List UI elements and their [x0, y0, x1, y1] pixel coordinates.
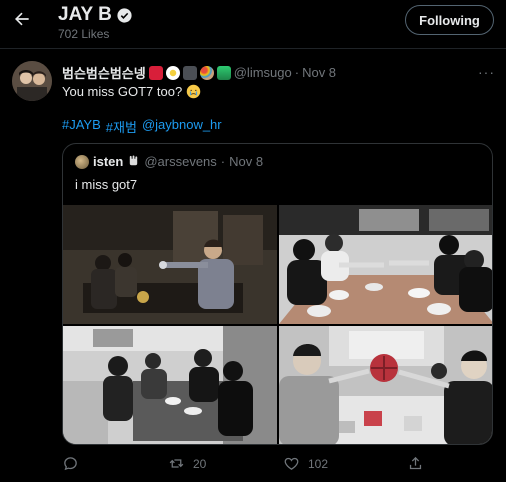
like-count: 102	[308, 456, 329, 471]
share-icon	[409, 456, 422, 470]
quoted-separator: ·	[220, 154, 226, 169]
retweet-count: 20	[193, 456, 207, 471]
meta-separator: ·	[294, 65, 300, 80]
hashtag-jaebeom[interactable]: #재범	[106, 117, 137, 136]
back-arrow-icon[interactable]	[12, 9, 32, 29]
camera-emoji-icon	[182, 65, 197, 80]
hashtag-jayb[interactable]: #JAYB	[62, 117, 101, 136]
profile-title: JAY B	[58, 4, 133, 26]
reply-icon	[64, 457, 77, 471]
quoted-handle: @arssevens	[144, 154, 217, 169]
quoted-date: Nov 8	[229, 154, 264, 169]
following-button[interactable]: Following	[405, 5, 494, 35]
palette-emoji-icon	[199, 65, 214, 80]
hand-emoji-icon	[130, 155, 138, 166]
likes-count: 702 Likes	[58, 27, 110, 41]
photo-grid	[63, 205, 492, 444]
quoted-text: i miss got7	[75, 177, 138, 192]
photo-3[interactable]	[63, 326, 277, 444]
tweet-date[interactable]: Nov 8	[302, 65, 336, 80]
more-options-icon[interactable]: ···	[478, 64, 495, 80]
ribbon-emoji-icon	[148, 65, 163, 80]
heart-icon	[284, 457, 299, 470]
tweet-text: You miss GOT7 too?	[62, 84, 201, 99]
verified-badge-icon	[117, 7, 132, 23]
share-action[interactable]	[407, 455, 424, 472]
hashtag-list: #JAYB #재범 @jaybnow_hr	[62, 117, 222, 136]
profile-name: JAY B	[58, 4, 112, 25]
photo-1[interactable]	[63, 205, 277, 324]
retweet-action[interactable]: 20	[168, 455, 206, 472]
quoted-author-line: isten @arssevens · Nov 8	[75, 154, 263, 169]
author-handle[interactable]: @limsugo	[234, 65, 292, 80]
quoted-tweet[interactable]: isten @arssevens · Nov 8 i miss got7	[62, 143, 493, 445]
crying-face-emoji-icon	[186, 84, 201, 99]
tweet-text-body: You miss GOT7 too?	[62, 84, 183, 99]
page-header: JAY B 702 Likes Following	[0, 0, 506, 44]
avatar[interactable]	[12, 61, 52, 101]
quoted-author-name: isten	[93, 154, 124, 169]
plant-emoji-icon	[216, 65, 231, 80]
flower-emoji-icon	[165, 65, 180, 80]
retweet-icon	[169, 459, 184, 468]
mention-jaybnow[interactable]: @jaybnow_hr	[142, 117, 222, 136]
tweet-actions: 20 102	[62, 455, 493, 477]
tweet-author-line: 범슨범슨범슨넹 @limsugo · Nov 8	[62, 63, 336, 82]
reply-action[interactable]	[62, 455, 87, 472]
photo-4[interactable]	[279, 326, 492, 444]
author-name[interactable]: 범슨범슨범슨넹	[62, 63, 146, 82]
header-divider	[0, 48, 506, 49]
like-action[interactable]: 102	[283, 455, 328, 472]
quoted-avatar	[75, 154, 89, 169]
photo-2[interactable]	[279, 205, 492, 324]
